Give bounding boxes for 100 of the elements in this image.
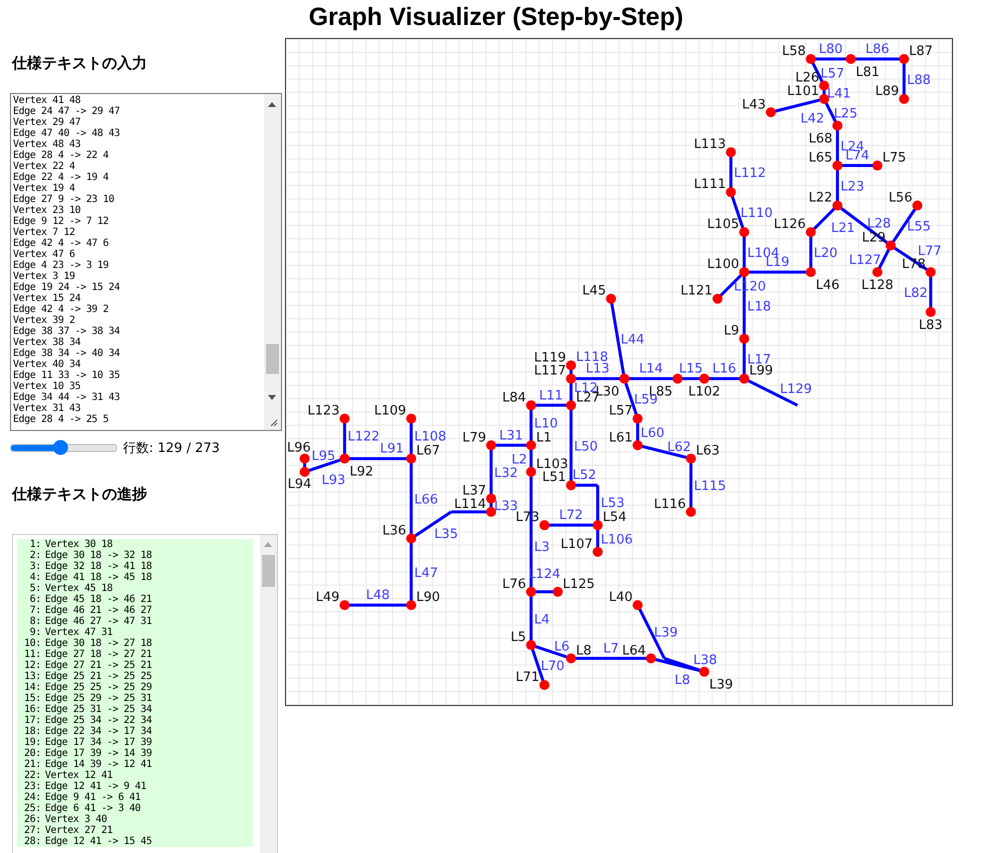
node-dot xyxy=(926,307,936,318)
node-label: L36 xyxy=(382,524,406,538)
edge-label: L72 xyxy=(559,508,583,524)
edge-label: L80 xyxy=(818,42,843,57)
node-label: L128 xyxy=(861,278,894,294)
node-label: L100 xyxy=(707,257,740,272)
node-dot xyxy=(912,200,922,210)
node-dot xyxy=(899,94,910,104)
scrollbar[interactable] xyxy=(260,535,277,853)
node-label: L84 xyxy=(502,390,526,406)
edge-label: L25 xyxy=(834,106,858,122)
node-dot xyxy=(566,360,576,370)
node-label: L67 xyxy=(416,444,440,459)
node-dot xyxy=(872,160,882,171)
node-label: L22 xyxy=(808,190,832,206)
node-dot xyxy=(819,94,830,104)
node-label: L89 xyxy=(875,84,900,99)
node-dot xyxy=(832,200,842,210)
node-dot xyxy=(526,586,536,597)
node-dot xyxy=(926,267,936,278)
node-dot xyxy=(406,414,416,424)
node-label: L51 xyxy=(542,470,566,486)
node-label: L40 xyxy=(608,590,633,606)
edge-label: L48 xyxy=(366,588,390,604)
node-dot xyxy=(632,414,643,424)
node-label: L105 xyxy=(707,217,740,232)
edge-label: L20 xyxy=(814,246,838,262)
edge-label: L106 xyxy=(600,532,633,548)
node-dot xyxy=(646,653,656,664)
node-dot xyxy=(632,600,643,610)
node-dot xyxy=(486,494,496,504)
node-dot xyxy=(486,440,496,450)
node-label: L83 xyxy=(918,318,943,334)
node-label: L101 xyxy=(787,84,820,99)
edge-label: L129 xyxy=(780,382,812,397)
node-label: L117 xyxy=(534,364,566,379)
node-label: L63 xyxy=(696,444,720,459)
node-label: L9 xyxy=(724,324,740,339)
node-dot xyxy=(406,534,416,544)
node-dot xyxy=(699,666,710,677)
node-dot xyxy=(606,294,616,304)
spec-input-field[interactable]: Vertex 41 48 Edge 24 47 -> 29 47 Vertex 29 47 Edge 47 40 -> 48 43 Vertex 48 43 Edge 28 4 -> 22 4 Vertex 22 4 Edge 22 4 -> 19 4 Vertex 19 4 Edge 27 9 -> 23 10 Vertex 23 10 Edge 9 12 -> 7 12 Vertex 7 12 Edge 42 4 -> 47 6 Vertex 47 6 Edge 4 23 -> 3 19 Vertex 3 19 Edge 19 24 -> 15 24 Vertex 15 24 Edge 42 4 -> 39 2 Vertex 39 2 Edge 38 37 -> 38 34 Vertex 38 34 Edge 38 34 -> 40 34 Vertex 40 34 Edge 11 33 -> 10 35 Vertex 10 35 Edge 34 44 -> 31 43 Vertex 31 43 Edge 28 4 -> 25 5 xyxy=(10,93,282,431)
edge-label: L108 xyxy=(414,430,446,445)
node-dot xyxy=(340,600,350,610)
node-label: L116 xyxy=(654,496,686,512)
node-label: L26 xyxy=(795,70,820,86)
edge-label: L62 xyxy=(667,440,692,455)
node-dot xyxy=(806,267,816,278)
scrollbar[interactable] xyxy=(264,94,281,430)
edge-label: L28 xyxy=(867,216,891,232)
edge-label: L31 xyxy=(499,428,523,444)
node-dot xyxy=(619,374,630,384)
node-label: L68 xyxy=(808,132,832,147)
edge-label: L41 xyxy=(827,86,851,102)
node-dot xyxy=(699,374,710,384)
node-dot xyxy=(566,653,576,664)
edge-label: L91 xyxy=(380,442,404,457)
resize-grip-icon[interactable] xyxy=(269,418,278,427)
node-label: L103 xyxy=(536,456,568,472)
page-title: Graph Visualizer (Step-by-Step) xyxy=(308,2,684,33)
node-dot xyxy=(806,54,816,64)
node-label: L92 xyxy=(350,464,374,480)
node-label: L109 xyxy=(374,404,406,419)
edge-label: L127 xyxy=(849,252,882,268)
node-label: L54 xyxy=(602,510,626,526)
node-label: L5 xyxy=(510,630,526,646)
node-label: L1 xyxy=(536,430,552,446)
node-label: L113 xyxy=(694,137,726,152)
edge-label: L115 xyxy=(694,479,726,494)
node-label: L71 xyxy=(516,670,540,686)
edge-label: L122 xyxy=(348,430,380,445)
node-label: L96 xyxy=(287,440,311,456)
edge-label: L44 xyxy=(620,332,644,348)
node-dot xyxy=(526,640,536,650)
edge-label: L88 xyxy=(907,72,931,88)
node-label: L56 xyxy=(888,190,912,206)
node-dot xyxy=(899,54,910,64)
node-dot xyxy=(340,414,350,424)
node-dot xyxy=(726,187,736,198)
edge-label: L16 xyxy=(712,362,736,377)
node-label: L119 xyxy=(534,350,566,366)
node-label: L102 xyxy=(688,384,720,400)
node-label: L76 xyxy=(502,576,526,592)
edge-label: L3 xyxy=(534,540,550,555)
node-dot xyxy=(526,466,536,477)
edge-label: L66 xyxy=(414,492,438,508)
node-dot xyxy=(526,400,536,410)
node-label: L8 xyxy=(576,643,592,658)
node-dot xyxy=(832,120,842,131)
edge-label: L14 xyxy=(639,362,663,377)
edge-label: L86 xyxy=(866,42,890,57)
node-dot xyxy=(686,454,696,464)
node-dot xyxy=(300,466,310,477)
edge-label: L13 xyxy=(586,362,610,377)
node-dot xyxy=(406,600,416,610)
node-dot xyxy=(739,334,750,344)
node-dot xyxy=(340,454,350,464)
edge-label: L112 xyxy=(734,166,766,182)
section-heading: 仕様テキストの入力 xyxy=(12,54,148,73)
edge-label: L33 xyxy=(494,499,518,514)
